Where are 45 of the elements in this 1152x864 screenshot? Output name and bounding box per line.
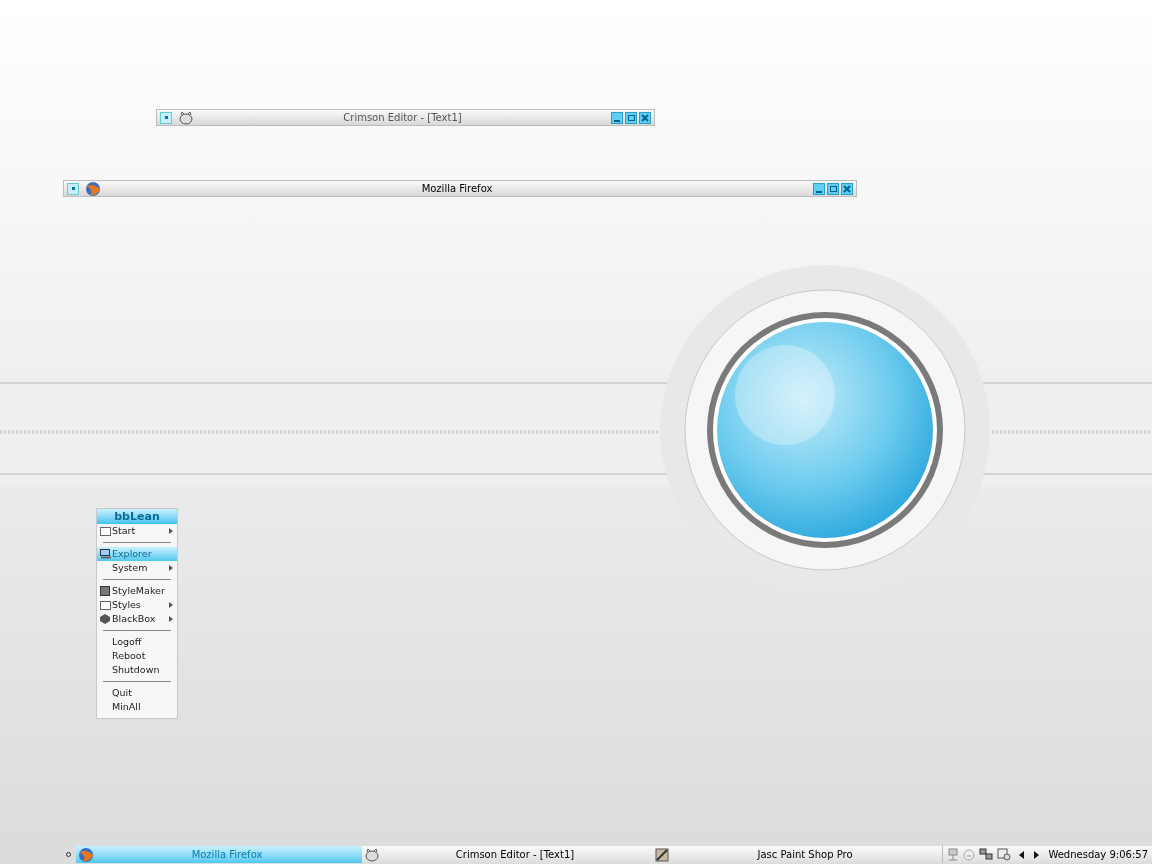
cube-icon (100, 614, 110, 624)
next-icon[interactable] (1034, 850, 1039, 859)
window-title: Crimson Editor - [Text1] (342, 111, 463, 125)
menu-item[interactable]: Quit (97, 686, 177, 700)
window-clock-icon[interactable] (997, 848, 1011, 861)
network-icon[interactable] (947, 848, 959, 861)
menu-item[interactable]: StyleMaker (97, 584, 177, 598)
computers-icon[interactable] (979, 848, 993, 861)
square-icon (100, 586, 110, 596)
menu-title: bbLean (97, 509, 177, 524)
menu-item[interactable]: MinAll (97, 700, 177, 714)
minimize-button[interactable] (813, 182, 825, 195)
menu-item[interactable]: Explorer (97, 547, 177, 561)
close-button[interactable] (841, 182, 853, 195)
globe-icon (78, 846, 94, 863)
menu-item[interactable]: Start (97, 524, 177, 538)
submenu-arrow-icon (169, 565, 173, 571)
menu-item[interactable]: System (97, 561, 177, 575)
window-title: Mozilla Firefox (420, 182, 494, 196)
window-menu-button[interactable] (160, 111, 172, 124)
menu-item[interactable]: BlackBox (97, 612, 177, 626)
close-button[interactable] (639, 111, 651, 124)
menu-item[interactable]: Logoff (97, 635, 177, 649)
menu-item[interactable]: Shutdown (97, 663, 177, 677)
folder-icon (99, 526, 111, 536)
window-menu-button[interactable] (67, 182, 79, 195)
taskbar-button[interactable]: Jasc Paint Shop Pro (652, 846, 942, 863)
paint-icon (654, 846, 670, 863)
window-titlebar[interactable]: Mozilla Firefox (63, 180, 857, 197)
submenu-arrow-icon (169, 616, 173, 622)
globe-icon (85, 180, 101, 197)
submenu-arrow-icon (169, 602, 173, 608)
minimize-button[interactable] (611, 111, 623, 124)
maximize-button[interactable] (625, 111, 637, 124)
folder-icon (99, 600, 111, 610)
computer-icon (99, 549, 111, 559)
maximize-button[interactable] (827, 182, 839, 195)
previous-icon[interactable] (1019, 850, 1024, 859)
submenu-arrow-icon (169, 528, 173, 534)
window-titlebar[interactable]: Crimson Editor - [Text1] (156, 109, 655, 126)
cat-icon (178, 110, 194, 125)
taskbar-button[interactable]: Crimson Editor - [Text1] (362, 846, 652, 863)
clock: Wednesday 9:06:57 (1048, 848, 1148, 862)
menu-item[interactable]: Styles (97, 598, 177, 612)
menu-item[interactable]: Reboot (97, 649, 177, 663)
